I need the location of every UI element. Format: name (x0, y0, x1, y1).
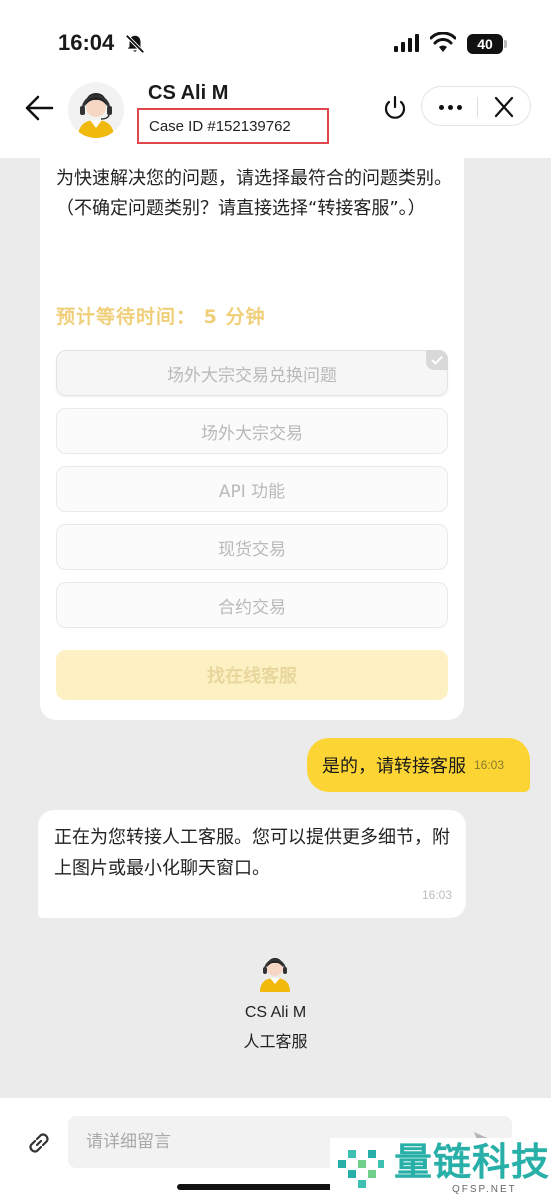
option-label: 场外大宗交易 (201, 423, 303, 444)
category-option-api[interactable]: API 功能 (56, 466, 448, 512)
option-label: 现货交易 (218, 539, 286, 560)
close-icon[interactable] (492, 96, 516, 118)
watermark-subtext: QFSP.NET (452, 1184, 517, 1195)
power-icon[interactable] (382, 94, 408, 122)
agent-avatar (68, 82, 124, 138)
category-option-futures[interactable]: 合约交易 (56, 582, 448, 628)
user-message-time: 16:03 (474, 758, 505, 772)
battery-icon: 40 (467, 34, 503, 54)
capsule-divider (477, 97, 478, 117)
watermark-logo-icon (338, 1150, 384, 1188)
status-time: 16:04 (58, 30, 115, 55)
check-icon (426, 350, 448, 370)
agent-message-time: 16:03 (421, 888, 452, 902)
option-label: 场外大宗交易兑换问题 (167, 365, 337, 386)
option-label: API 功能 (218, 481, 286, 502)
user-message-bubble: 是的，请转接客服 16:03 (307, 738, 530, 792)
card-hint: （不确定问题类别？请直接选择“转接客服”。） (56, 198, 426, 219)
watermark-text: 量链科技 (394, 1140, 551, 1184)
case-id-label: Case ID #152139762 (137, 108, 329, 144)
card-intro: 为快速解决您的问题，请选择最符合的问题类别。 (56, 168, 452, 189)
card-message: 为快速解决您的问题，请选择最符合的问题类别。 （不确定问题类别？请直接选择“转接… (56, 164, 456, 224)
mini-program-capsule (421, 86, 531, 126)
agent-name: CS Ali M (148, 82, 229, 104)
option-label: 合约交易 (218, 597, 286, 618)
agent-info-name: CS Ali M (244, 1004, 307, 1021)
agent-headset-icon (78, 93, 114, 138)
wifi-icon (430, 32, 456, 52)
bell-off-icon (125, 34, 145, 54)
category-option-otc[interactable]: 场外大宗交易 (56, 408, 448, 454)
battery-level: 40 (477, 36, 493, 52)
status-bar: 16:04 40 (0, 0, 551, 70)
chat-header: CS Ali M Case ID #152139762 (0, 70, 551, 158)
wait-value: 5 分钟 (203, 306, 266, 328)
more-options-icon[interactable] (434, 96, 466, 118)
user-message-text: 是的，请转接客服 (322, 756, 466, 777)
category-option-spot[interactable]: 现货交易 (56, 524, 448, 570)
battery-tip (504, 40, 507, 48)
agent-headset-icon (260, 958, 290, 992)
category-selection-card: 为快速解决您的问题，请选择最符合的问题类别。 （不确定问题类别？请直接选择“转接… (40, 150, 464, 720)
estimated-wait: 预计等待时间： 5 分钟 (56, 302, 265, 329)
wait-label: 预计等待时间： (56, 306, 197, 328)
agent-info-role: 人工客服 (243, 1032, 308, 1051)
attachment-link-icon[interactable] (24, 1128, 54, 1158)
cellular-signal-icon (394, 34, 419, 52)
category-option-otc-conversion[interactable]: 场外大宗交易兑换问题 (56, 350, 448, 396)
agent-message-text: 正在为您转接人工客服。您可以提供更多细节，附上图片或最小化聊天窗口。 (54, 827, 450, 879)
find-online-agent-button[interactable]: 找在线客服 (56, 650, 448, 700)
back-arrow-icon[interactable] (24, 94, 54, 122)
agent-message-bubble: 正在为您转接人工客服。您可以提供更多细节，附上图片或最小化聊天窗口。 16:03 (38, 810, 466, 918)
watermark: 量链科技 QFSP.NET (330, 1138, 551, 1200)
